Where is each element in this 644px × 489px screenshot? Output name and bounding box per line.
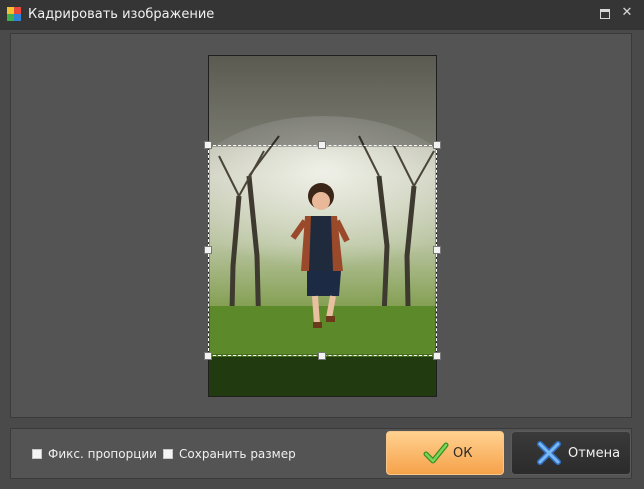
- close-button[interactable]: ✕: [620, 6, 634, 20]
- cancel-label: Отмена: [568, 445, 621, 461]
- app-logo-icon: [7, 7, 21, 21]
- crop-handle-top-left[interactable]: [204, 141, 212, 149]
- crop-handle-bottom[interactable]: [318, 352, 326, 360]
- keep-size-label: Сохранить размер: [179, 447, 296, 461]
- cancel-x-icon: [537, 441, 561, 465]
- crop-handle-right[interactable]: [433, 246, 441, 254]
- checkmark-icon: [423, 442, 449, 464]
- fixed-ratio-label: Фикс. пропорции: [48, 447, 157, 461]
- close-icon: ✕: [621, 5, 633, 20]
- checkbox-box[interactable]: [32, 449, 42, 459]
- title-bar: Кадрировать изображение ✕: [0, 0, 644, 30]
- window-title: Кадрировать изображение: [28, 7, 215, 22]
- crop-handle-top-right[interactable]: [433, 141, 441, 149]
- maximize-button[interactable]: [598, 6, 612, 20]
- keep-size-checkbox[interactable]: Сохранить размер: [163, 446, 296, 462]
- cancel-button[interactable]: Отмена: [511, 431, 631, 475]
- fixed-ratio-checkbox[interactable]: Фикс. пропорции: [32, 446, 157, 462]
- ok-button[interactable]: ОК: [386, 431, 504, 475]
- crop-handle-left[interactable]: [204, 246, 212, 254]
- checkbox-box[interactable]: [163, 449, 173, 459]
- maximize-icon: [600, 9, 610, 19]
- ok-label: ОК: [453, 445, 473, 461]
- crop-handle-top[interactable]: [318, 141, 326, 149]
- crop-handle-bottom-left[interactable]: [204, 352, 212, 360]
- crop-handle-bottom-right[interactable]: [433, 352, 441, 360]
- crop-selection[interactable]: [208, 145, 437, 356]
